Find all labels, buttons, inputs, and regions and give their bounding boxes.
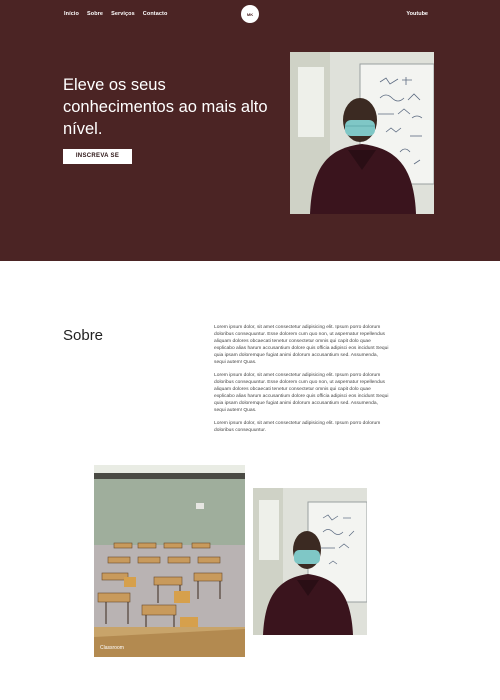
about-text: Lorem ipsum dolor, sit amet consectetur … <box>214 324 390 440</box>
about-paragraph: Lorem ipsum dolor, sit amet consectetur … <box>214 421 381 433</box>
about-paragraph: Lorem ipsum dolor, sit amet consectetur … <box>214 325 389 365</box>
subscribe-button[interactable]: INSCREVA SE <box>63 149 132 164</box>
teacher-photo-image <box>290 52 434 214</box>
youtube-link[interactable]: Youtube <box>406 11 428 17</box>
nav-item-servicos[interactable]: Serviços <box>111 11 135 17</box>
hero-section: Início Sobre Serviços Contacto MK Youtub… <box>0 0 500 261</box>
nav-item-inicio[interactable]: Início <box>64 11 79 17</box>
teacher-photo-secondary <box>253 488 367 635</box>
classroom-photo-image <box>94 465 245 657</box>
logo-text: MK <box>246 11 254 17</box>
teacher-photo-secondary-image <box>253 488 367 635</box>
about-paragraph: Lorem ipsum dolor, sit amet consectetur … <box>214 373 389 413</box>
about-title: Sobre <box>63 327 104 344</box>
nav-item-sobre[interactable]: Sobre <box>87 11 103 17</box>
nav-item-contacto[interactable]: Contacto <box>143 11 168 17</box>
main-nav: Início Sobre Serviços Contacto <box>64 11 167 17</box>
photo-caption: Classroom <box>100 645 124 651</box>
classroom-photo: Classroom <box>94 465 245 657</box>
teacher-photo <box>290 52 434 214</box>
hero-title: Eleve os seus conhecimentos ao mais alto… <box>63 76 268 138</box>
logo[interactable]: MK <box>241 5 259 23</box>
